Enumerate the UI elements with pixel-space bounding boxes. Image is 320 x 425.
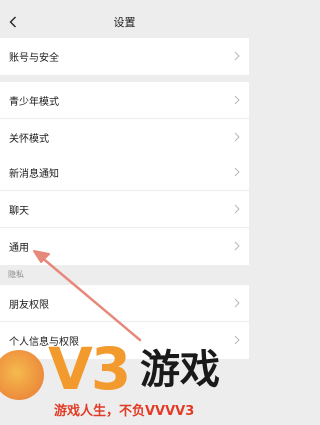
settings-item-label: 关怀模式: [9, 134, 49, 145]
settings-item-label: 青少年模式: [9, 97, 59, 108]
chevron-right-icon: [234, 167, 240, 177]
settings-item-label: 聊天: [9, 206, 29, 217]
chevron-right-icon: [234, 95, 240, 105]
watermark-brand-suffix: 游戏: [140, 347, 220, 393]
chevron-right-icon: [234, 335, 240, 345]
settings-item-new-message-notification[interactable]: 新消息通知: [0, 154, 249, 191]
chevron-right-icon: [234, 241, 240, 251]
settings-group-general: 新消息通知 聊天 通用: [0, 154, 249, 265]
settings-item-teen-mode[interactable]: 青少年模式: [0, 82, 249, 119]
settings-item-label: 新消息通知: [9, 169, 59, 180]
section-header-privacy: 隐私: [0, 265, 249, 285]
settings-item-general[interactable]: 通用: [0, 228, 249, 265]
watermark-brand: V3: [48, 335, 131, 403]
settings-item-label: 账号与安全: [9, 53, 59, 64]
settings-item-account-security[interactable]: 账号与安全: [0, 38, 249, 75]
settings-item-friend-permissions[interactable]: 朋友权限: [0, 285, 249, 322]
page-title: 设置: [113, 16, 136, 29]
settings-item-label: 通用: [9, 243, 29, 254]
settings-item-chat[interactable]: 聊天: [0, 191, 249, 228]
settings-group-modes: 青少年模式 关怀模式: [0, 82, 249, 156]
settings-item-care-mode[interactable]: 关怀模式: [0, 119, 249, 156]
chevron-right-icon: [234, 204, 240, 214]
section-header-label: 隐私: [8, 270, 24, 279]
chevron-right-icon: [234, 298, 240, 308]
chevron-right-icon: [234, 132, 240, 142]
settings-item-label: 朋友权限: [9, 300, 49, 311]
chevron-right-icon: [234, 51, 240, 61]
watermark-slogan: 游戏人生，不负VVVV3: [54, 404, 195, 419]
settings-page: 设置 账号与安全 青少年模式 关怀模式 新消息通知 聊天 通用 隐私 朋友权限 …: [0, 0, 249, 425]
settings-group-account: 账号与安全: [0, 38, 249, 75]
watermark-logo-icon: [0, 350, 44, 400]
